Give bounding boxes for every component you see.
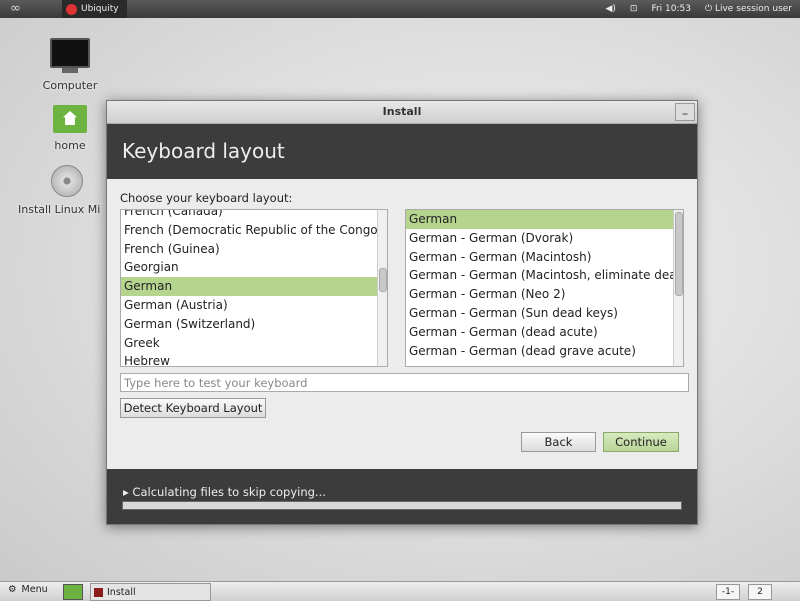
desktop-icon-label: Install Linux Mi — [18, 203, 101, 216]
bottom-panel: ⚙ Menu Install -1- 2 — [0, 581, 800, 601]
computer-icon — [50, 38, 90, 68]
session-menu[interactable]: ⏻ Live session user — [705, 4, 792, 14]
gear-icon: ⚙ — [8, 584, 17, 595]
list-item[interactable]: German - German (Macintosh) — [406, 248, 673, 267]
list-item[interactable]: German - German (Neo 2) — [406, 285, 673, 304]
volume-icon[interactable]: ◀) — [605, 4, 615, 14]
system-tray: ◀) ⊡ Fri 10:53 ⏻ Live session user — [605, 0, 792, 18]
list-item[interactable]: French (Guinea) — [121, 240, 387, 259]
list-item[interactable]: Greek — [121, 334, 387, 353]
layout-list-scrollbar[interactable] — [377, 210, 387, 366]
page-title: Keyboard layout — [107, 124, 697, 179]
desktop-icon-label: home — [54, 139, 86, 152]
list-item[interactable]: Georgian — [121, 258, 387, 277]
variant-list-scrollbar[interactable] — [673, 210, 683, 366]
detect-layout-button[interactable]: Detect Keyboard Layout — [120, 398, 266, 418]
active-app-button[interactable]: Ubiquity — [62, 0, 127, 18]
progress-status-text[interactable]: ▸ Calculating files to skip copying... — [123, 485, 326, 499]
session-label: Live session user — [714, 4, 792, 14]
list-item[interactable]: German - German (dead grave acute) — [406, 342, 673, 361]
desktop-icon-computer[interactable]: Computer — [38, 38, 102, 92]
home-folder-icon — [53, 105, 87, 133]
monitor-stand — [62, 68, 78, 73]
menu-button[interactable]: ⚙ Menu — [8, 584, 48, 595]
list-item[interactable]: German (Austria) — [121, 296, 387, 315]
active-app-label: Ubiquity — [81, 4, 119, 14]
desktop-icon-label: Computer — [42, 79, 98, 92]
scrollbar-thumb[interactable] — [379, 268, 387, 292]
show-desktop-icon[interactable] — [63, 584, 83, 600]
list-item[interactable]: German - German (Macintosh, eliminate de… — [406, 266, 683, 285]
layout-list[interactable]: French (Canada) French (Democratic Repub… — [120, 209, 388, 367]
clock[interactable]: Fri 10:53 — [651, 4, 691, 14]
list-item[interactable]: French (Canada) — [121, 210, 387, 221]
menu-label: Menu — [21, 584, 48, 595]
workspace-2[interactable]: 2 — [748, 584, 772, 600]
list-item[interactable]: German - German (dead acute) — [406, 323, 673, 342]
top-panel: ∞ Ubiquity ◀) ⊡ Fri 10:53 ⏻ Live session… — [0, 0, 800, 18]
list-item-selected[interactable]: German — [406, 210, 673, 229]
list-item-selected[interactable]: German — [121, 277, 387, 296]
list-item[interactable]: Hebrew — [121, 352, 387, 366]
continue-button[interactable]: Continue — [603, 432, 679, 452]
task-label: Install — [107, 586, 136, 598]
window-title: Install — [382, 105, 422, 118]
desktop-icon-install[interactable]: Install Linux Mi — [18, 165, 118, 216]
taskbar-item-install[interactable]: Install — [90, 583, 211, 601]
ubiquity-icon — [66, 3, 77, 15]
install-progress-footer: ▸ Calculating files to skip copying... — [107, 469, 697, 524]
keyboard-test-input[interactable] — [120, 373, 689, 392]
mint-menu-icon[interactable]: ∞ — [10, 1, 21, 16]
list-item[interactable]: German - German (Dvorak) — [406, 229, 673, 248]
progress-bar — [122, 501, 682, 510]
choose-layout-label: Choose your keyboard layout: — [120, 191, 293, 205]
list-item[interactable]: French (Democratic Republic of the Congo… — [121, 221, 387, 240]
list-item[interactable]: German - German (Sun dead keys) — [406, 304, 673, 323]
window-titlebar[interactable]: Install _ — [107, 101, 697, 124]
install-disc-icon — [51, 165, 83, 197]
install-task-icon — [94, 587, 103, 597]
variant-list[interactable]: German German - German (Dvorak) German -… — [405, 209, 684, 367]
list-item[interactable]: German (Switzerland) — [121, 315, 387, 334]
desktop-icon-home[interactable]: home — [38, 105, 102, 152]
install-window: Install _ Keyboard layout Choose your ke… — [106, 100, 698, 525]
workspace-1[interactable]: -1- — [716, 584, 740, 600]
back-button[interactable]: Back — [521, 432, 596, 452]
minimize-button[interactable]: _ — [675, 103, 695, 121]
network-icon[interactable]: ⊡ — [630, 4, 638, 14]
scrollbar-thumb[interactable] — [675, 212, 683, 296]
